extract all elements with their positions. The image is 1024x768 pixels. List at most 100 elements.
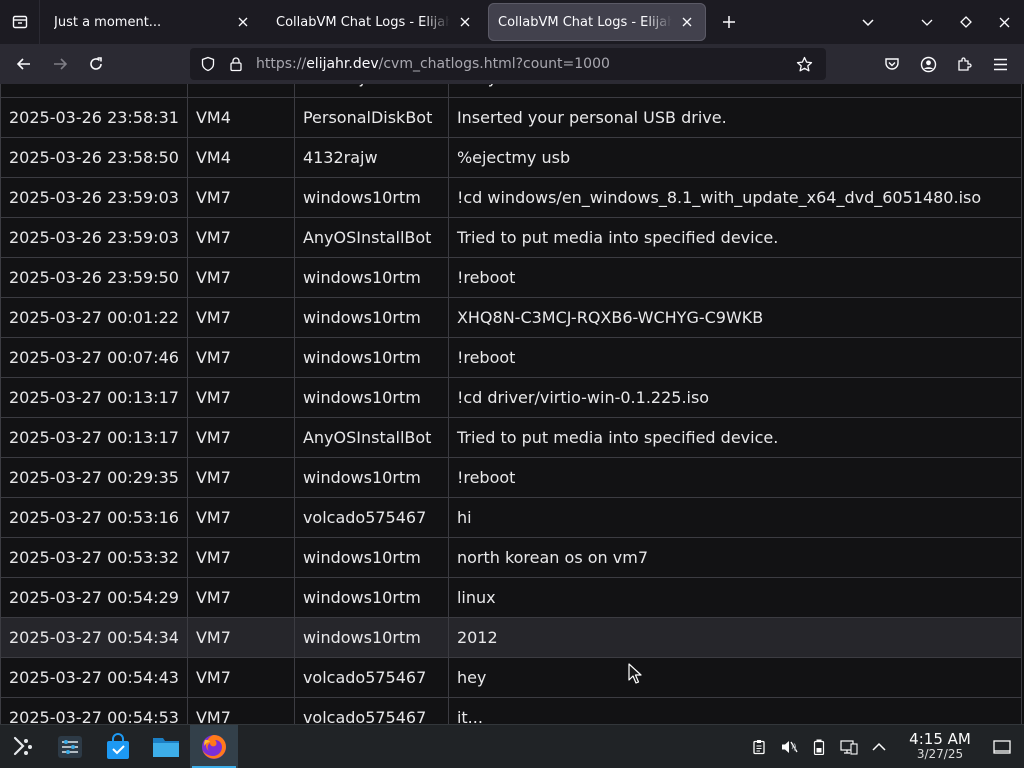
- taskbar: 4:15 AM 3/27/25: [0, 724, 1024, 768]
- cell-username: windows10rtm: [293, 577, 449, 618]
- cell-message: 2012: [447, 617, 1023, 658]
- table-row: 2025-03-27 00:01:22 VM7 windows10rtm XHQ8N-…: [0, 297, 1023, 338]
- forward-button[interactable]: [42, 48, 78, 80]
- new-tab-button[interactable]: [714, 7, 744, 37]
- cell-vm: VM4: [186, 97, 295, 138]
- cell-timestamp: 2025-03-27 00:53:32: [0, 537, 188, 578]
- cell-vm: VM7: [186, 217, 295, 258]
- cell-message: %myusb: [447, 84, 1023, 98]
- cell-username: windows10rtm: [293, 457, 449, 498]
- url-text[interactable]: https://elijahr.dev/cvm_chatlogs.html?co…: [256, 56, 790, 72]
- clipboard-icon: [753, 739, 765, 754]
- account-icon: [920, 56, 936, 72]
- cell-timestamp: 2025-03-27 00:54:29: [0, 577, 188, 618]
- browser-tab-2[interactable]: CollabVM Chat Logs - Elijahr's: [266, 3, 484, 41]
- digital-clock[interactable]: 4:15 AM 3/27/25: [900, 732, 980, 762]
- save-to-pocket-button[interactable]: [874, 48, 910, 80]
- cell-message: linux: [447, 577, 1023, 618]
- cell-username: PersonalDiskBot: [293, 97, 449, 138]
- navigation-toolbar: https://elijahr.dev/cvm_chatlogs.html?co…: [0, 44, 1024, 84]
- close-icon: [999, 17, 1010, 27]
- table-row: 2025-03-26 23:58:31VM44132rajw%myusb: [0, 84, 1023, 98]
- cell-username: windows10rtm: [293, 257, 449, 298]
- cell-username: 4132rajw: [293, 84, 449, 98]
- taskbar-file-manager[interactable]: [142, 725, 190, 768]
- cell-message: north korean os on vm7: [447, 537, 1023, 578]
- tray-network[interactable]: [834, 725, 864, 768]
- cell-timestamp: 2025-03-27 00:13:17: [0, 417, 188, 458]
- table-row: 2025-03-27 00:29:35 VM7 windows10rtm !reboo…: [0, 457, 1023, 498]
- extensions-button[interactable]: [946, 48, 982, 80]
- table-row: 2025-03-27 00:13:17 VM7 windows10rtm !cd dr…: [0, 377, 1023, 418]
- cell-username: 4132rajw: [293, 137, 449, 178]
- application-launcher-button[interactable]: [0, 725, 46, 768]
- puzzle-icon: [958, 57, 972, 71]
- site-info-button[interactable]: [224, 52, 248, 76]
- chat-log-table: 2025-03-26 23:58:31VM44132rajw%myusb2025…: [0, 84, 1023, 724]
- cell-vm: VM7: [186, 497, 295, 538]
- tray-battery[interactable]: [804, 725, 834, 768]
- cell-vm: VM7: [186, 617, 295, 658]
- clock-date: 3/27/25: [916, 747, 964, 762]
- url-host: elijahr.dev: [306, 56, 379, 72]
- maximize-window-button[interactable]: [946, 0, 985, 44]
- table-row: 2025-03-26 23:59:50 VM7 windows10rtm !reboo…: [0, 257, 1023, 298]
- browser-tab-3-active[interactable]: CollabVM Chat Logs - Elijahr's: [488, 3, 706, 41]
- cell-vm: VM7: [186, 377, 295, 418]
- tracking-protection-button[interactable]: [196, 52, 220, 76]
- tab-close-button[interactable]: [456, 13, 474, 31]
- table-row: 2025-03-27 00:54:43 VM7 volcado575467 hey: [0, 657, 1023, 698]
- cell-vm: VM7: [186, 257, 295, 298]
- close-icon: [238, 17, 248, 27]
- tray-volume[interactable]: [774, 725, 804, 768]
- show-desktop-button[interactable]: [980, 725, 1024, 768]
- reload-button[interactable]: [78, 48, 114, 80]
- cell-timestamp: 2025-03-27 00:54:53: [0, 697, 188, 724]
- tray-expand-button[interactable]: [864, 725, 894, 768]
- show-desktop-icon: [993, 739, 1011, 754]
- tab-close-button[interactable]: [234, 13, 252, 31]
- cell-message: !reboot: [447, 337, 1023, 378]
- browser-tab-1[interactable]: Just a moment...: [44, 3, 262, 41]
- cell-username: volcado575467: [293, 497, 449, 538]
- app-menu-button[interactable]: [982, 48, 1018, 80]
- cell-message: hi: [447, 497, 1023, 538]
- cell-timestamp: 2025-03-26 23:58:31: [0, 97, 188, 138]
- table-row: 2025-03-27 00:53:32 VM7 windows10rtm north …: [0, 537, 1023, 578]
- address-bar[interactable]: https://elijahr.dev/cvm_chatlogs.html?co…: [190, 48, 826, 80]
- cell-vm: VM7: [186, 657, 295, 698]
- list-all-tabs-button[interactable]: [848, 0, 887, 44]
- cell-username: windows10rtm: [293, 337, 449, 378]
- tab-close-button[interactable]: [678, 13, 696, 31]
- cell-message: XHQ8N-C3MCJ-RQXB6-WCHYG-C9WKB: [447, 297, 1023, 338]
- firefox-view-button[interactable]: [0, 0, 40, 44]
- cell-vm: VM7: [186, 537, 295, 578]
- minimize-window-button[interactable]: [907, 0, 946, 44]
- taskbar-firefox[interactable]: [190, 724, 238, 768]
- plus-icon: [723, 16, 735, 28]
- chevron-down-icon: [861, 19, 874, 27]
- minimize-icon: [921, 19, 932, 26]
- url-path: /cvm_chatlogs.html?count=1000: [378, 56, 610, 72]
- cell-username: windows10rtm: [293, 297, 449, 338]
- cell-message: Inserted your personal USB drive.: [447, 97, 1023, 138]
- cell-vm: VM7: [186, 417, 295, 458]
- cell-message: !cd driver/virtio-win-0.1.225.iso: [447, 377, 1023, 418]
- network-icon: [840, 739, 858, 755]
- back-button[interactable]: [6, 48, 42, 80]
- cell-username: volcado575467: [293, 657, 449, 698]
- cell-timestamp: 2025-03-26 23:58:50: [0, 137, 188, 178]
- tray-clipboard[interactable]: [744, 725, 774, 768]
- taskbar-discover[interactable]: [94, 725, 142, 768]
- cell-timestamp: 2025-03-27 00:54:34: [0, 617, 188, 658]
- cell-username: windows10rtm: [293, 537, 449, 578]
- account-button[interactable]: [910, 48, 946, 80]
- cell-timestamp: 2025-03-26 23:59:03: [0, 177, 188, 218]
- bookmark-button[interactable]: [790, 50, 818, 78]
- cell-vm: VM7: [186, 297, 295, 338]
- pocket-icon: [885, 58, 899, 70]
- taskbar-system-settings[interactable]: [46, 725, 94, 768]
- close-window-button[interactable]: [985, 0, 1024, 44]
- tab-title: CollabVM Chat Logs - Elijahr's: [276, 14, 450, 30]
- system-tray: 4:15 AM 3/27/25: [744, 725, 1024, 768]
